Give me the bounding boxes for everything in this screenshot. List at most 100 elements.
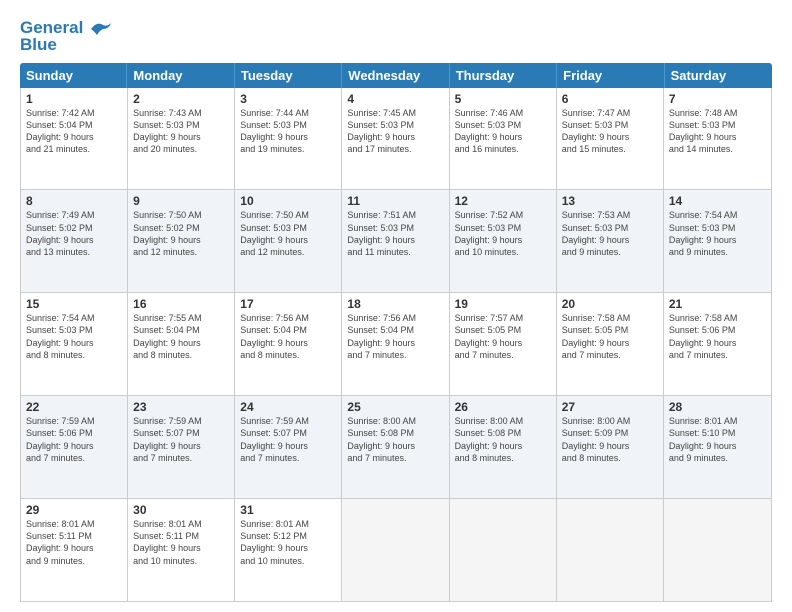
calendar-cell — [664, 499, 771, 601]
calendar-cell: 9Sunrise: 7:50 AM Sunset: 5:02 PM Daylig… — [128, 190, 235, 292]
calendar-cell: 7Sunrise: 7:48 AM Sunset: 5:03 PM Daylig… — [664, 88, 771, 190]
day-number: 12 — [455, 194, 551, 208]
day-number: 3 — [240, 92, 336, 106]
cell-sun-info: Sunrise: 7:58 AM Sunset: 5:05 PM Dayligh… — [562, 312, 658, 361]
calendar-header: SundayMondayTuesdayWednesdayThursdayFrid… — [20, 63, 772, 88]
calendar-cell: 5Sunrise: 7:46 AM Sunset: 5:03 PM Daylig… — [450, 88, 557, 190]
calendar-cell: 6Sunrise: 7:47 AM Sunset: 5:03 PM Daylig… — [557, 88, 664, 190]
cell-sun-info: Sunrise: 7:45 AM Sunset: 5:03 PM Dayligh… — [347, 107, 443, 156]
calendar-cell: 24Sunrise: 7:59 AM Sunset: 5:07 PM Dayli… — [235, 396, 342, 498]
logo-subtext: Blue — [20, 35, 57, 55]
calendar-cell: 29Sunrise: 8:01 AM Sunset: 5:11 PM Dayli… — [21, 499, 128, 601]
cell-sun-info: Sunrise: 7:42 AM Sunset: 5:04 PM Dayligh… — [26, 107, 122, 156]
cell-sun-info: Sunrise: 8:00 AM Sunset: 5:08 PM Dayligh… — [347, 415, 443, 464]
calendar-cell: 31Sunrise: 8:01 AM Sunset: 5:12 PM Dayli… — [235, 499, 342, 601]
day-number: 26 — [455, 400, 551, 414]
day-number: 28 — [669, 400, 766, 414]
cell-sun-info: Sunrise: 7:57 AM Sunset: 5:05 PM Dayligh… — [455, 312, 551, 361]
header-cell-saturday: Saturday — [665, 63, 772, 88]
cell-sun-info: Sunrise: 7:56 AM Sunset: 5:04 PM Dayligh… — [240, 312, 336, 361]
cell-sun-info: Sunrise: 7:59 AM Sunset: 5:07 PM Dayligh… — [133, 415, 229, 464]
header: General Blue — [20, 18, 772, 55]
calendar-cell — [450, 499, 557, 601]
calendar-cell: 13Sunrise: 7:53 AM Sunset: 5:03 PM Dayli… — [557, 190, 664, 292]
calendar-body: 1Sunrise: 7:42 AM Sunset: 5:04 PM Daylig… — [20, 88, 772, 602]
calendar-cell: 11Sunrise: 7:51 AM Sunset: 5:03 PM Dayli… — [342, 190, 449, 292]
calendar-cell: 20Sunrise: 7:58 AM Sunset: 5:05 PM Dayli… — [557, 293, 664, 395]
calendar-cell: 8Sunrise: 7:49 AM Sunset: 5:02 PM Daylig… — [21, 190, 128, 292]
logo-bird-icon — [89, 21, 111, 37]
cell-sun-info: Sunrise: 7:56 AM Sunset: 5:04 PM Dayligh… — [347, 312, 443, 361]
cell-sun-info: Sunrise: 7:53 AM Sunset: 5:03 PM Dayligh… — [562, 209, 658, 258]
day-number: 27 — [562, 400, 658, 414]
cell-sun-info: Sunrise: 7:59 AM Sunset: 5:07 PM Dayligh… — [240, 415, 336, 464]
day-number: 20 — [562, 297, 658, 311]
cell-sun-info: Sunrise: 7:52 AM Sunset: 5:03 PM Dayligh… — [455, 209, 551, 258]
calendar-cell: 2Sunrise: 7:43 AM Sunset: 5:03 PM Daylig… — [128, 88, 235, 190]
day-number: 17 — [240, 297, 336, 311]
day-number: 18 — [347, 297, 443, 311]
calendar-cell: 12Sunrise: 7:52 AM Sunset: 5:03 PM Dayli… — [450, 190, 557, 292]
calendar-row-4: 22Sunrise: 7:59 AM Sunset: 5:06 PM Dayli… — [21, 396, 771, 499]
calendar-cell — [342, 499, 449, 601]
day-number: 22 — [26, 400, 122, 414]
cell-sun-info: Sunrise: 8:01 AM Sunset: 5:12 PM Dayligh… — [240, 518, 336, 567]
calendar-cell: 27Sunrise: 8:00 AM Sunset: 5:09 PM Dayli… — [557, 396, 664, 498]
day-number: 21 — [669, 297, 766, 311]
calendar-cell: 3Sunrise: 7:44 AM Sunset: 5:03 PM Daylig… — [235, 88, 342, 190]
calendar-cell: 28Sunrise: 8:01 AM Sunset: 5:10 PM Dayli… — [664, 396, 771, 498]
calendar-cell — [557, 499, 664, 601]
day-number: 9 — [133, 194, 229, 208]
cell-sun-info: Sunrise: 8:01 AM Sunset: 5:10 PM Dayligh… — [669, 415, 766, 464]
day-number: 19 — [455, 297, 551, 311]
calendar-cell: 10Sunrise: 7:50 AM Sunset: 5:03 PM Dayli… — [235, 190, 342, 292]
day-number: 4 — [347, 92, 443, 106]
calendar-cell: 16Sunrise: 7:55 AM Sunset: 5:04 PM Dayli… — [128, 293, 235, 395]
calendar-cell: 4Sunrise: 7:45 AM Sunset: 5:03 PM Daylig… — [342, 88, 449, 190]
calendar-row-3: 15Sunrise: 7:54 AM Sunset: 5:03 PM Dayli… — [21, 293, 771, 396]
day-number: 1 — [26, 92, 122, 106]
calendar-cell: 25Sunrise: 8:00 AM Sunset: 5:08 PM Dayli… — [342, 396, 449, 498]
day-number: 6 — [562, 92, 658, 106]
cell-sun-info: Sunrise: 7:44 AM Sunset: 5:03 PM Dayligh… — [240, 107, 336, 156]
calendar-row-5: 29Sunrise: 8:01 AM Sunset: 5:11 PM Dayli… — [21, 499, 771, 601]
cell-sun-info: Sunrise: 7:48 AM Sunset: 5:03 PM Dayligh… — [669, 107, 766, 156]
cell-sun-info: Sunrise: 8:01 AM Sunset: 5:11 PM Dayligh… — [133, 518, 229, 567]
day-number: 23 — [133, 400, 229, 414]
day-number: 15 — [26, 297, 122, 311]
cell-sun-info: Sunrise: 7:55 AM Sunset: 5:04 PM Dayligh… — [133, 312, 229, 361]
header-cell-sunday: Sunday — [20, 63, 127, 88]
day-number: 8 — [26, 194, 122, 208]
day-number: 11 — [347, 194, 443, 208]
calendar-cell: 23Sunrise: 7:59 AM Sunset: 5:07 PM Dayli… — [128, 396, 235, 498]
calendar-cell: 30Sunrise: 8:01 AM Sunset: 5:11 PM Dayli… — [128, 499, 235, 601]
day-number: 10 — [240, 194, 336, 208]
day-number: 29 — [26, 503, 122, 517]
header-cell-friday: Friday — [557, 63, 664, 88]
calendar-cell: 26Sunrise: 8:00 AM Sunset: 5:08 PM Dayli… — [450, 396, 557, 498]
calendar-cell: 14Sunrise: 7:54 AM Sunset: 5:03 PM Dayli… — [664, 190, 771, 292]
header-cell-tuesday: Tuesday — [235, 63, 342, 88]
calendar-cell: 22Sunrise: 7:59 AM Sunset: 5:06 PM Dayli… — [21, 396, 128, 498]
day-number: 30 — [133, 503, 229, 517]
calendar: SundayMondayTuesdayWednesdayThursdayFrid… — [20, 63, 772, 602]
cell-sun-info: Sunrise: 8:00 AM Sunset: 5:09 PM Dayligh… — [562, 415, 658, 464]
calendar-row-2: 8Sunrise: 7:49 AM Sunset: 5:02 PM Daylig… — [21, 190, 771, 293]
day-number: 14 — [669, 194, 766, 208]
logo: General Blue — [20, 18, 111, 55]
day-number: 2 — [133, 92, 229, 106]
cell-sun-info: Sunrise: 7:58 AM Sunset: 5:06 PM Dayligh… — [669, 312, 766, 361]
page: General Blue SundayMondayTuesdayWednesda… — [0, 0, 792, 612]
cell-sun-info: Sunrise: 7:49 AM Sunset: 5:02 PM Dayligh… — [26, 209, 122, 258]
day-number: 5 — [455, 92, 551, 106]
cell-sun-info: Sunrise: 7:46 AM Sunset: 5:03 PM Dayligh… — [455, 107, 551, 156]
cell-sun-info: Sunrise: 7:50 AM Sunset: 5:03 PM Dayligh… — [240, 209, 336, 258]
cell-sun-info: Sunrise: 8:01 AM Sunset: 5:11 PM Dayligh… — [26, 518, 122, 567]
header-cell-wednesday: Wednesday — [342, 63, 449, 88]
day-number: 13 — [562, 194, 658, 208]
cell-sun-info: Sunrise: 7:54 AM Sunset: 5:03 PM Dayligh… — [26, 312, 122, 361]
day-number: 31 — [240, 503, 336, 517]
calendar-cell: 18Sunrise: 7:56 AM Sunset: 5:04 PM Dayli… — [342, 293, 449, 395]
cell-sun-info: Sunrise: 7:59 AM Sunset: 5:06 PM Dayligh… — [26, 415, 122, 464]
cell-sun-info: Sunrise: 8:00 AM Sunset: 5:08 PM Dayligh… — [455, 415, 551, 464]
